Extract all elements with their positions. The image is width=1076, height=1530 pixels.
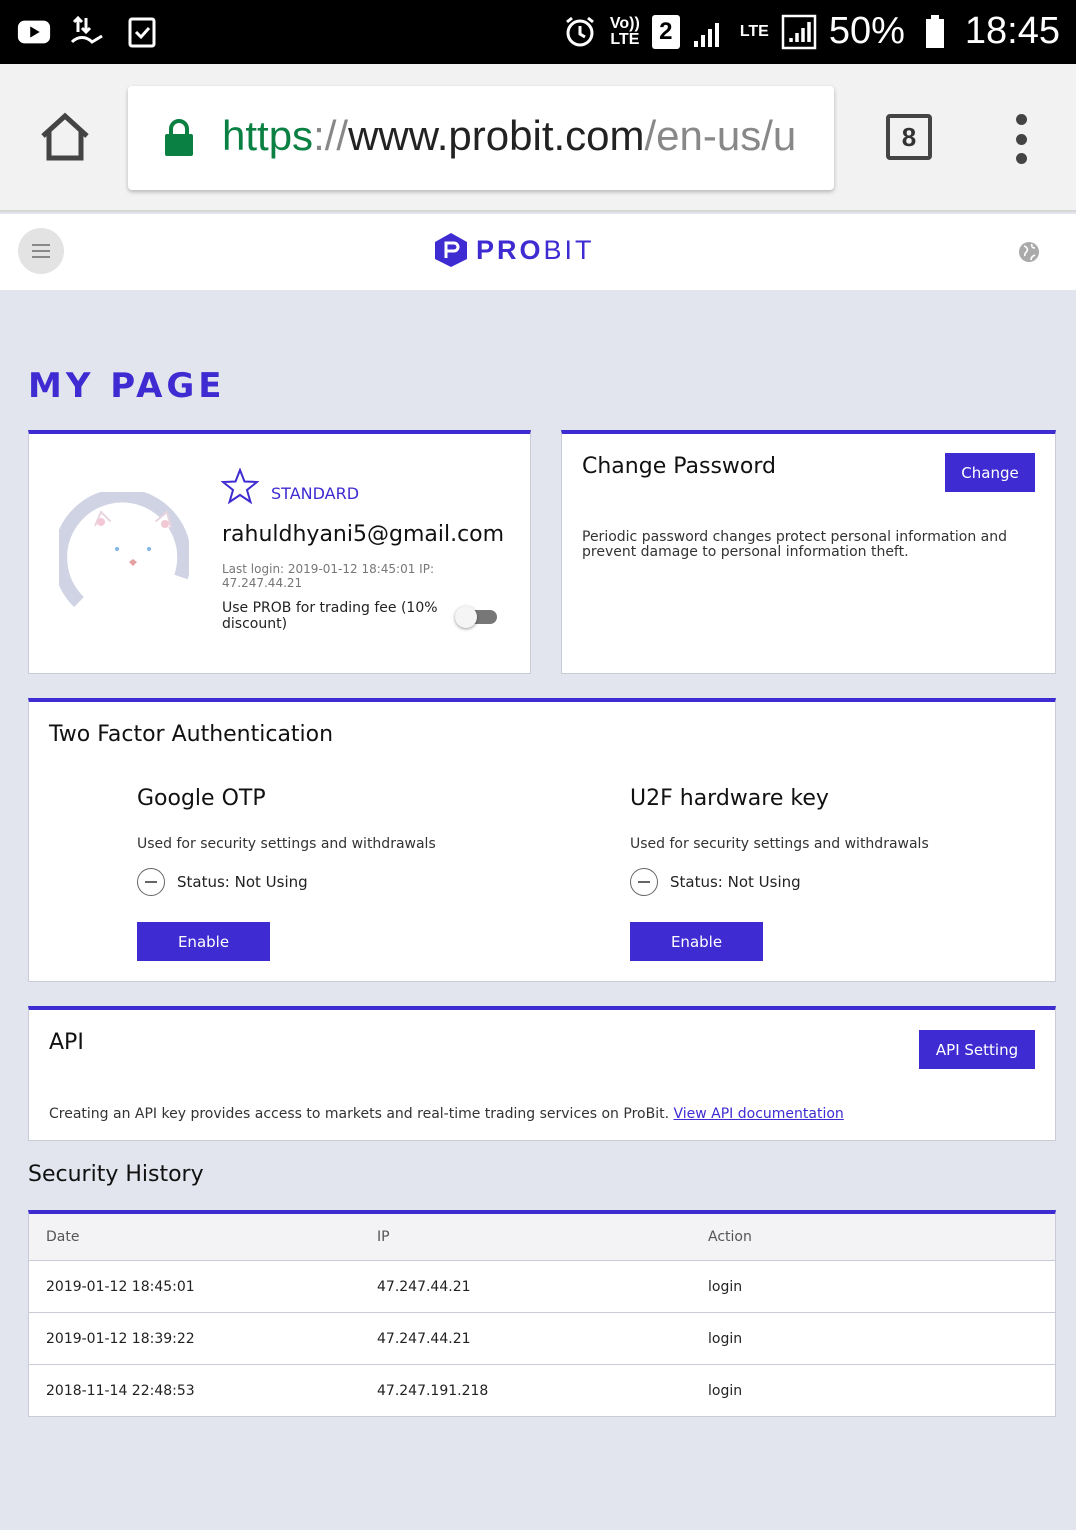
account-level: STANDARD — [271, 484, 360, 503]
cell-action: login — [708, 1382, 743, 1399]
not-using-icon — [630, 868, 658, 896]
two-factor-card: Two Factor Authentication Google OTP Use… — [28, 698, 1056, 982]
clock: 18:45 — [964, 10, 1060, 52]
account-email: rahuldhyani5@gmail.com — [222, 522, 505, 547]
logo-text-pro: PRO — [476, 234, 544, 265]
home-icon — [41, 112, 89, 161]
u2f-enable-button[interactable]: Enable — [630, 922, 763, 961]
lte-data-indicator: LTE — [739, 22, 769, 40]
security-history-table: Date IP Action 2019-01-12 18:45:01 47.24… — [28, 1210, 1056, 1417]
not-using-icon — [137, 868, 165, 896]
api-card: API API Setting Creating an API key prov… — [28, 1006, 1056, 1141]
cell-action: login — [708, 1330, 743, 1347]
alarm-icon — [562, 12, 598, 52]
cell-date: 2018-11-14 22:48:53 — [46, 1382, 195, 1399]
google-otp-status: Status: Not Using — [137, 868, 308, 896]
change-password-card: Change Password Change Periodic password… — [561, 430, 1056, 674]
battery-icon — [917, 12, 953, 52]
change-password-button[interactable]: Change — [945, 453, 1035, 492]
api-documentation-link[interactable]: View API documentation — [673, 1106, 843, 1122]
sim-indicator: 2 — [651, 14, 680, 49]
change-password-title: Change Password — [582, 454, 776, 479]
api-setting-button[interactable]: API Setting — [919, 1030, 1035, 1069]
signal-icon — [692, 12, 728, 52]
toggle-knob — [455, 606, 477, 628]
cell-ip: 47.247.44.21 — [377, 1330, 471, 1347]
avatar — [53, 488, 192, 612]
google-otp-description: Used for security settings and withdrawa… — [137, 836, 436, 852]
table-header-row: Date IP Action — [29, 1214, 1055, 1261]
column-header-action: Action — [708, 1229, 752, 1245]
site-header: PROBIT — [0, 214, 1076, 290]
profile-card: STANDARD rahuldhyani5@gmail.com Last log… — [28, 430, 531, 674]
cell-date: 2019-01-12 18:45:01 — [46, 1278, 195, 1295]
security-history-title: Security History — [28, 1162, 204, 1187]
cell-ip: 47.247.44.21 — [377, 1278, 471, 1295]
signal-full-icon — [781, 12, 817, 52]
u2f-status: Status: Not Using — [630, 868, 801, 896]
google-otp-status-text: Status: Not Using — [177, 873, 308, 891]
api-title: API — [49, 1030, 84, 1055]
u2f-status-text: Status: Not Using — [670, 873, 801, 891]
language-globe-icon[interactable] — [1018, 241, 1040, 263]
tab-switcher-button[interactable]: 8 — [886, 114, 932, 160]
hamburger-menu-button[interactable] — [18, 228, 64, 274]
u2f-description: Used for security settings and withdrawa… — [630, 836, 929, 852]
browser-toolbar: https://www.probit.com/en-us/u 8 — [0, 64, 1076, 212]
browser-menu-button[interactable] — [1010, 114, 1032, 164]
logo-text-bit: BIT — [543, 234, 595, 265]
api-description: Creating an API key provides access to m… — [49, 1106, 844, 1122]
data-transfer-icon — [70, 12, 106, 52]
status-bar: Vo)) LTE 2 LTE 50% 18:45 — [0, 0, 1076, 64]
task-check-icon — [124, 12, 160, 52]
home-button[interactable] — [38, 110, 92, 164]
prob-fee-label: Use PROB for trading fee (10% discount) — [222, 600, 438, 632]
page-title: MY PAGE — [28, 366, 226, 406]
table-row: 2018-11-14 22:48:53 47.247.191.218 login — [29, 1365, 1055, 1417]
star-icon — [220, 467, 260, 505]
probit-logo-icon — [435, 233, 467, 267]
table-row: 2019-01-12 18:45:01 47.247.44.21 login — [29, 1261, 1055, 1313]
battery-percentage: 50% — [828, 10, 905, 52]
cell-ip: 47.247.191.218 — [377, 1382, 489, 1399]
prob-fee-toggle[interactable] — [455, 606, 497, 628]
address-bar[interactable]: https://www.probit.com/en-us/u — [128, 86, 834, 190]
youtube-icon — [16, 12, 52, 52]
url-text[interactable]: https://www.probit.com/en-us/u — [222, 112, 796, 160]
u2f-title: U2F hardware key — [630, 786, 829, 811]
lock-icon — [164, 119, 194, 157]
column-header-date: Date — [46, 1229, 80, 1245]
column-header-ip: IP — [377, 1229, 390, 1245]
last-login-info: Last login: 2019-01-12 18:45:01 IP: 47.2… — [222, 562, 434, 590]
cell-action: login — [708, 1278, 743, 1295]
google-otp-enable-button[interactable]: Enable — [137, 922, 270, 961]
probit-logo[interactable]: PROBIT — [434, 232, 595, 268]
change-password-description: Periodic password changes protect person… — [582, 529, 1008, 560]
cell-date: 2019-01-12 18:39:22 — [46, 1330, 195, 1347]
google-otp-title: Google OTP — [137, 786, 266, 811]
two-factor-title: Two Factor Authentication — [49, 722, 334, 747]
volte-indicator: Vo)) LTE — [609, 14, 640, 48]
api-description-text: Creating an API key provides access to m… — [49, 1106, 674, 1122]
table-row: 2019-01-12 18:39:22 47.247.44.21 login — [29, 1313, 1055, 1365]
